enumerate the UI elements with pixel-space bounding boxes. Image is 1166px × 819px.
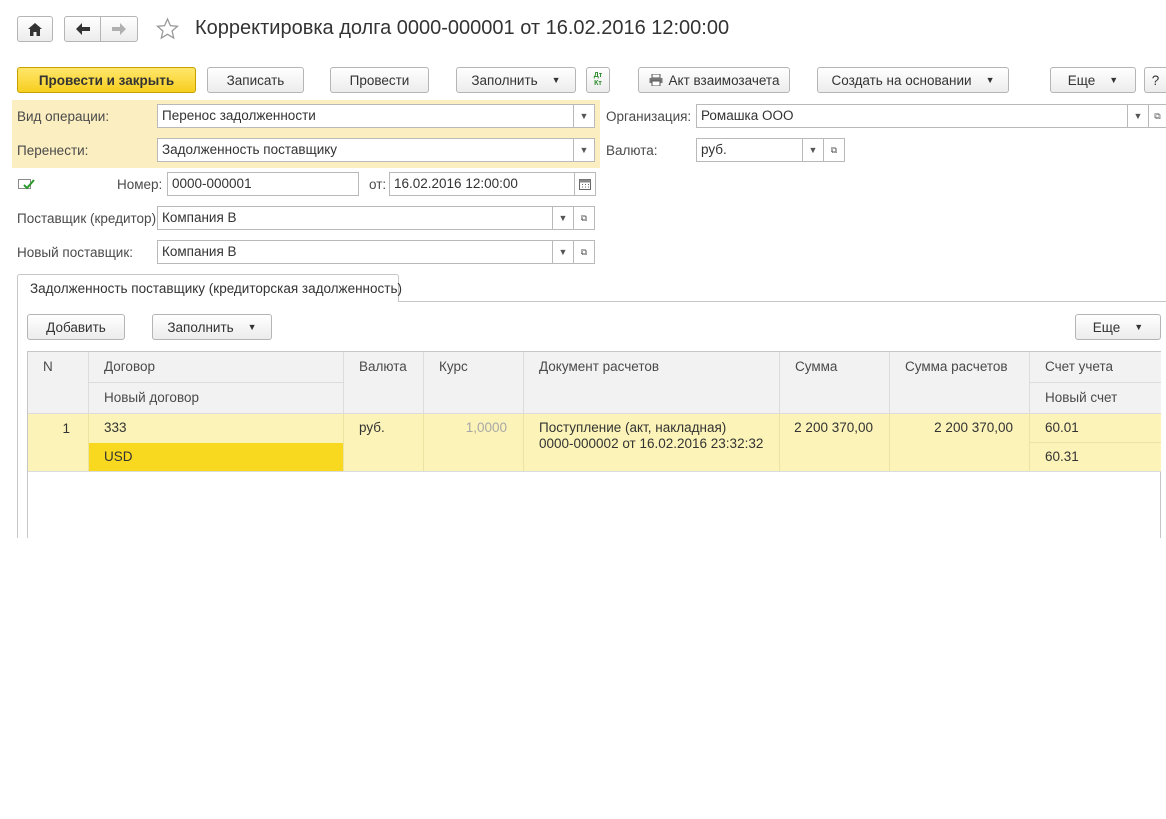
create-based-button[interactable]: Создать на основании ▼ — [817, 67, 1009, 93]
org-dropdown[interactable]: ▼ — [1127, 104, 1149, 128]
add-row-button[interactable]: Добавить — [27, 314, 125, 340]
supplier-label: Поставщик (кредитор): — [17, 211, 160, 226]
doc-line1: Поступление (акт, накладная) — [539, 420, 727, 435]
header-account[interactable]: Счет учета — [1030, 352, 1161, 383]
new-supplier-label: Новый поставщик: — [17, 245, 134, 260]
doc-line2: 0000-000002 от 16.02.2016 23:32:32 — [539, 436, 764, 451]
supplier-field[interactable]: Компания В — [157, 206, 553, 230]
cell-currency[interactable]: руб. — [344, 414, 424, 472]
header-new-contract[interactable]: Новый договор — [89, 383, 344, 414]
date-field[interactable]: 16.02.2016 12:00:00 — [389, 172, 575, 196]
header-settle-sum[interactable]: Сумма расчетов — [890, 352, 1030, 414]
org-open-button[interactable]: ⧉ — [1148, 104, 1166, 128]
help-button[interactable]: ? — [1144, 67, 1166, 93]
currency-dropdown[interactable]: ▼ — [802, 138, 824, 162]
fill-button[interactable]: Заполнить ▼ — [456, 67, 576, 93]
calendar-button[interactable] — [574, 172, 596, 196]
chevron-down-icon: ▼ — [808, 145, 818, 155]
supplier-open-button[interactable]: ⧉ — [573, 206, 595, 230]
create-based-label: Создать на основании — [831, 72, 972, 88]
printer-icon — [649, 74, 663, 86]
posted-status-icon — [18, 179, 35, 190]
transfer-field[interactable]: Задолженность поставщику — [157, 138, 574, 162]
home-button[interactable] — [17, 16, 53, 42]
org-field[interactable]: Ромашка ООО — [696, 104, 1128, 128]
operation-dropdown[interactable]: ▼ — [573, 104, 595, 128]
page-title: Корректировка долга 0000-000001 от 16.02… — [195, 17, 730, 39]
header-contract[interactable]: Договор — [89, 352, 344, 383]
chevron-down-icon: ▼ — [558, 213, 568, 223]
transfer-dropdown[interactable]: ▼ — [573, 138, 595, 162]
table-more-label: Еще — [1092, 319, 1121, 335]
header-n[interactable]: N — [28, 352, 89, 414]
chevron-down-icon: ▼ — [1109, 75, 1119, 85]
table-more-button[interactable]: Еще ▼ — [1075, 314, 1161, 340]
arrow-right-icon — [112, 23, 126, 35]
operation-label: Вид операции: — [17, 109, 110, 124]
chevron-down-icon: ▼ — [985, 75, 995, 85]
new-supplier-open-button[interactable]: ⧉ — [573, 240, 595, 264]
cell-doc[interactable]: Поступление (акт, накладная) 0000-000002… — [524, 414, 780, 472]
cell-n[interactable]: 1 — [28, 414, 89, 472]
star-icon[interactable] — [155, 17, 180, 41]
chevron-down-icon: ▼ — [247, 322, 257, 332]
chevron-down-icon: ▼ — [1133, 111, 1143, 121]
tab-supplier-debt[interactable]: Задолженность поставщику (кредиторская з… — [17, 274, 402, 302]
debt-table: N Договор Новый договор Валюта Курс Доку… — [27, 351, 1161, 538]
forward-button[interactable] — [100, 16, 138, 42]
operation-field[interactable]: Перенос задолженности — [157, 104, 574, 128]
chevron-down-icon: ▼ — [551, 75, 561, 85]
act-label: Акт взаимозачета — [668, 72, 780, 88]
fill-label: Заполнить — [471, 72, 538, 88]
new-supplier-dropdown[interactable]: ▼ — [552, 240, 574, 264]
save-button[interactable]: Записать — [207, 67, 304, 93]
dtkt-icon: Дт Кт — [593, 72, 603, 87]
cell-settle-sum[interactable]: 2 200 370,00 — [890, 414, 1030, 472]
chevron-down-icon: ▼ — [1134, 322, 1144, 332]
open-icon: ⧉ — [1154, 110, 1161, 121]
currency-field[interactable]: руб. — [696, 138, 803, 162]
post-button[interactable]: Провести — [330, 67, 429, 93]
cell-new-account[interactable]: 60.31 — [1030, 443, 1161, 472]
number-field[interactable]: 0000-000001 — [167, 172, 359, 196]
act-button[interactable]: Акт взаимозачета — [638, 67, 790, 93]
more-button[interactable]: Еще ▼ — [1050, 67, 1136, 93]
calendar-icon — [579, 178, 591, 190]
post-close-button[interactable]: Провести и закрыть — [17, 67, 196, 93]
header-sum[interactable]: Сумма — [780, 352, 890, 414]
supplier-dropdown[interactable]: ▼ — [552, 206, 574, 230]
table-fill-label: Заполнить — [167, 319, 234, 335]
open-icon: ⧉ — [830, 144, 838, 155]
org-label: Организация: — [606, 109, 692, 124]
currency-open-button[interactable]: ⧉ — [823, 138, 845, 162]
arrow-left-icon — [75, 23, 90, 35]
more-label: Еще — [1067, 72, 1096, 88]
new-supplier-field[interactable]: Компания В — [157, 240, 553, 264]
chevron-down-icon: ▼ — [579, 111, 589, 121]
date-label: от: — [369, 177, 387, 192]
cell-rate[interactable]: 1,0000 — [424, 414, 524, 472]
transfer-label: Перенести: — [17, 143, 89, 158]
header-currency[interactable]: Валюта — [344, 352, 424, 414]
cell-contract[interactable]: 333 — [89, 414, 344, 443]
tab-divider — [398, 301, 1166, 302]
cell-new-contract[interactable]: USD — [89, 443, 344, 472]
number-label: Номер: — [117, 177, 163, 192]
chevron-down-icon: ▼ — [579, 145, 589, 155]
currency-label: Валюта: — [606, 143, 658, 158]
cell-account[interactable]: 60.01 — [1030, 414, 1161, 443]
chevron-down-icon: ▼ — [558, 247, 568, 257]
row-divider — [28, 471, 1161, 472]
open-icon: ⧉ — [580, 246, 588, 257]
cell-sum[interactable]: 2 200 370,00 — [780, 414, 890, 472]
header-new-account[interactable]: Новый счет — [1030, 383, 1161, 414]
header-rate[interactable]: Курс — [424, 352, 524, 414]
open-icon: ⧉ — [580, 212, 588, 223]
dtkt-button[interactable]: Дт Кт — [586, 67, 610, 93]
tab-panel-border — [17, 301, 18, 538]
home-icon — [28, 22, 42, 36]
header-doc[interactable]: Документ расчетов — [524, 352, 780, 414]
table-fill-button[interactable]: Заполнить ▼ — [152, 314, 272, 340]
back-button[interactable] — [64, 16, 101, 42]
